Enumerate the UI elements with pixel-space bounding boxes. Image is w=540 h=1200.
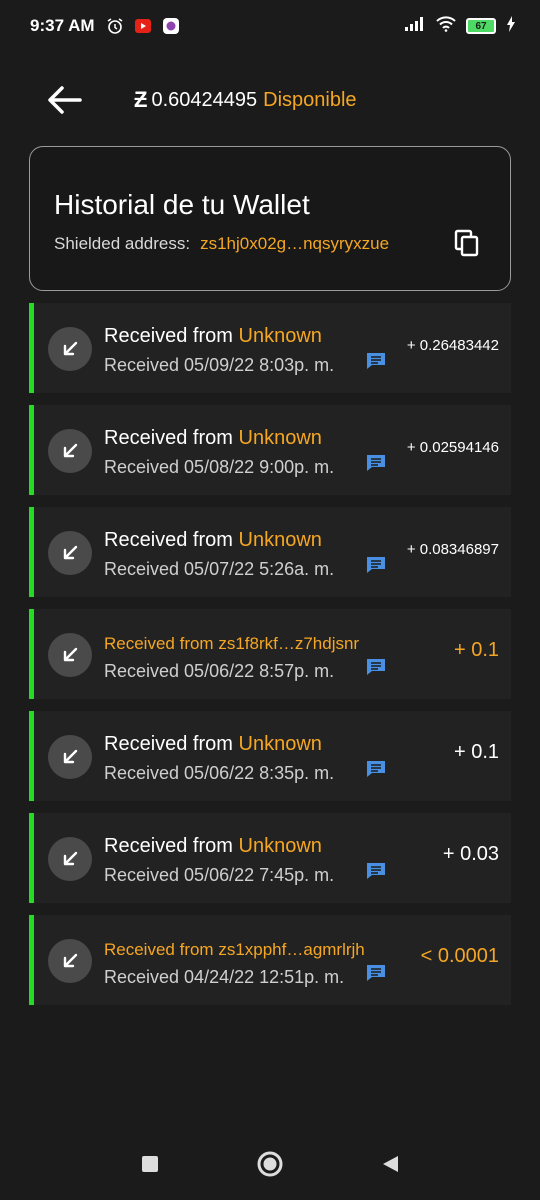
balance-value: 0.60424495 [151,88,258,111]
wallet-card: Historial de tu Wallet Shielded address:… [29,146,511,291]
received-arrow-icon [48,837,92,881]
back-icon [383,1156,398,1172]
home-icon [257,1151,283,1177]
nav-back-button[interactable] [376,1150,404,1178]
balance-label: Disponible [263,88,357,111]
transaction-item[interactable]: Received from Unknown Received 05/09/22 … [29,303,511,393]
copy-icon [454,229,479,257]
sender-name: Unknown [238,427,322,449]
recents-button[interactable] [136,1150,164,1178]
transaction-title: Received from Unknown [104,529,322,551]
shielded-address[interactable]: zs1hj0x02g…nqsyryxzue [200,234,389,254]
transaction-amount: + 0.26483442 [406,337,499,354]
transaction-title: Received from Unknown [104,733,322,755]
transaction-amount: + 0.1 [453,741,499,763]
transaction-date: Received 05/06/22 8:57p. m. [104,661,335,681]
sender-name: Unknown [238,733,322,755]
transaction-title: Received from zs1f8rkf…z7hdjsnr [104,634,360,653]
sender-name: Unknown [238,835,322,857]
transaction-title: Received from zs1xpphf…agmrlrjh [104,940,365,959]
transaction-item[interactable]: Received from Unknown Received 05/07/22 … [29,507,511,597]
transaction-date: Received 04/24/22 12:51p. m. [104,967,345,987]
transaction-title: Received from Unknown [104,427,322,449]
received-arrow-icon [48,633,92,677]
received-arrow-icon [48,327,92,371]
home-button[interactable] [256,1150,284,1178]
memo-icon[interactable] [366,862,386,880]
transaction-item[interactable]: Received from Unknown Received 05/08/22 … [29,405,511,495]
transaction-item[interactable]: Received from Unknown Received 05/06/22 … [29,711,511,801]
status-bar: 9:37 AM 67 [0,0,540,52]
transaction-item[interactable]: Received from zs1xpphf…agmrlrjh Received… [29,915,511,1005]
received-arrow-icon [48,735,92,779]
memo-icon[interactable] [366,658,386,676]
memo-icon[interactable] [366,454,386,472]
memo-icon[interactable] [366,556,386,574]
charging-icon [506,15,516,37]
alarm-icon [105,16,125,36]
transaction-amount: + 0.02594146 [406,439,499,456]
zec-icon: Ƶ [134,87,148,112]
transaction-date: Received 05/08/22 9:00p. m. [104,457,335,477]
signal-icon [404,16,426,37]
transaction-amount: + 0.08346897 [406,541,499,558]
received-arrow-icon [48,429,92,473]
transaction-item[interactable]: Received from zs1f8rkf…z7hdjsnr Received… [29,609,511,699]
app-icon [161,16,181,36]
back-arrow-icon [48,86,82,114]
transaction-date: Received 05/09/22 8:03p. m. [104,355,335,375]
status-time: 9:37 AM [30,16,95,35]
memo-icon[interactable] [366,352,386,370]
copy-button[interactable] [454,229,482,259]
transaction-date: Received 05/06/22 7:45p. m. [104,865,335,885]
balance-display: Ƶ 0.60424495 Disponible [134,87,357,113]
youtube-icon [133,16,153,36]
sender-name: Unknown [238,325,322,347]
sender-name: Unknown [238,529,322,551]
received-arrow-icon [48,939,92,983]
back-button[interactable] [44,80,84,120]
address-label: Shielded address: [54,234,191,253]
transaction-item[interactable]: Received from Unknown Received 05/06/22 … [29,813,511,903]
received-arrow-icon [48,531,92,575]
wifi-icon [436,15,456,37]
recents-icon [142,1156,158,1172]
wallet-title: Historial de tu Wallet [54,189,310,220]
transaction-title: Received from Unknown [104,835,322,857]
transaction-date: Received 05/06/22 8:35p. m. [104,763,335,783]
system-nav-bar [0,1128,540,1200]
battery-icon: 67 [466,18,496,34]
memo-icon[interactable] [366,760,386,778]
transaction-amount: < 0.0001 [420,945,499,967]
transaction-amount: + 0.1 [453,639,499,661]
memo-icon[interactable] [366,964,386,982]
transaction-list: Received from Unknown Received 05/09/22 … [29,303,511,1017]
transaction-amount: + 0.03 [442,843,499,865]
transaction-date: Received 05/07/22 5:26a. m. [104,559,335,579]
header: Ƶ 0.60424495 Disponible [0,70,540,130]
transaction-title: Received from Unknown [104,325,322,347]
address-row: Shielded address: zs1hj0x02g…nqsyryxzue [54,234,389,254]
